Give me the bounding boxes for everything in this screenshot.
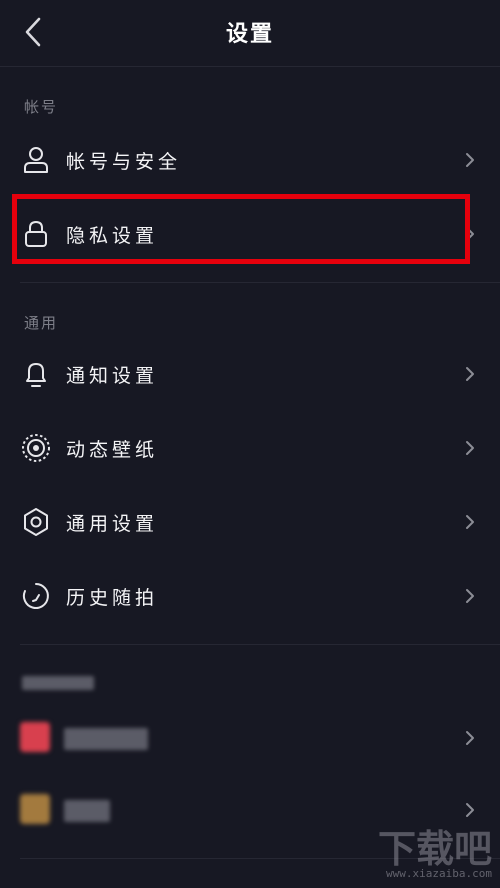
- top-bar: 设置: [0, 0, 500, 67]
- bell-icon: [26, 363, 46, 387]
- chevron-right-icon: [466, 441, 474, 455]
- page-title: 设置: [225, 22, 274, 47]
- settings-item-label: 历史随拍: [66, 587, 159, 609]
- settings-item-general[interactable]: 通用设置: [0, 494, 500, 550]
- settings-item-label: 通知设置: [66, 365, 159, 387]
- redacted-app-icon: [20, 794, 50, 824]
- chevron-right-icon: [466, 803, 474, 817]
- gear-icon: [24, 508, 48, 536]
- chevron-right-icon: [466, 367, 474, 381]
- section-divider: [20, 644, 500, 645]
- section-header-account: 帐号: [24, 98, 59, 116]
- redacted-app-icon: [20, 722, 50, 752]
- settings-item-notifications[interactable]: 通知设置: [0, 346, 500, 402]
- redacted-label: [64, 728, 148, 750]
- section-header-general: 通用: [24, 314, 59, 332]
- watermark-logo-text: 下载吧: [377, 827, 492, 871]
- section-divider: [20, 282, 500, 283]
- wallpaper-icon: [22, 434, 50, 462]
- watermark-url: www.xiazaiba.com: [386, 867, 492, 880]
- settings-item-account-security[interactable]: 帐号与安全: [0, 132, 500, 188]
- chevron-right-icon: [466, 515, 474, 529]
- settings-item-live-wallpaper[interactable]: 动态壁纸: [0, 420, 500, 476]
- redacted-section-header: [22, 676, 94, 690]
- person-icon: [24, 147, 48, 173]
- history-icon: [22, 583, 49, 609]
- chevron-right-icon: [466, 731, 474, 745]
- redacted-label: [64, 800, 110, 822]
- chevron-right-icon: [466, 153, 474, 167]
- settings-item-label: 动态壁纸: [66, 439, 159, 461]
- settings-item-label: 通用设置: [66, 513, 159, 535]
- settings-item-history[interactable]: 历史随拍: [0, 568, 500, 624]
- highlight-annotation: [12, 194, 470, 264]
- settings-item-label: 帐号与安全: [66, 151, 182, 173]
- watermark: 下载吧 www.xiazaiba.com: [352, 818, 492, 880]
- chevron-right-icon: [466, 589, 474, 603]
- redacted-settings-item[interactable]: [0, 710, 500, 766]
